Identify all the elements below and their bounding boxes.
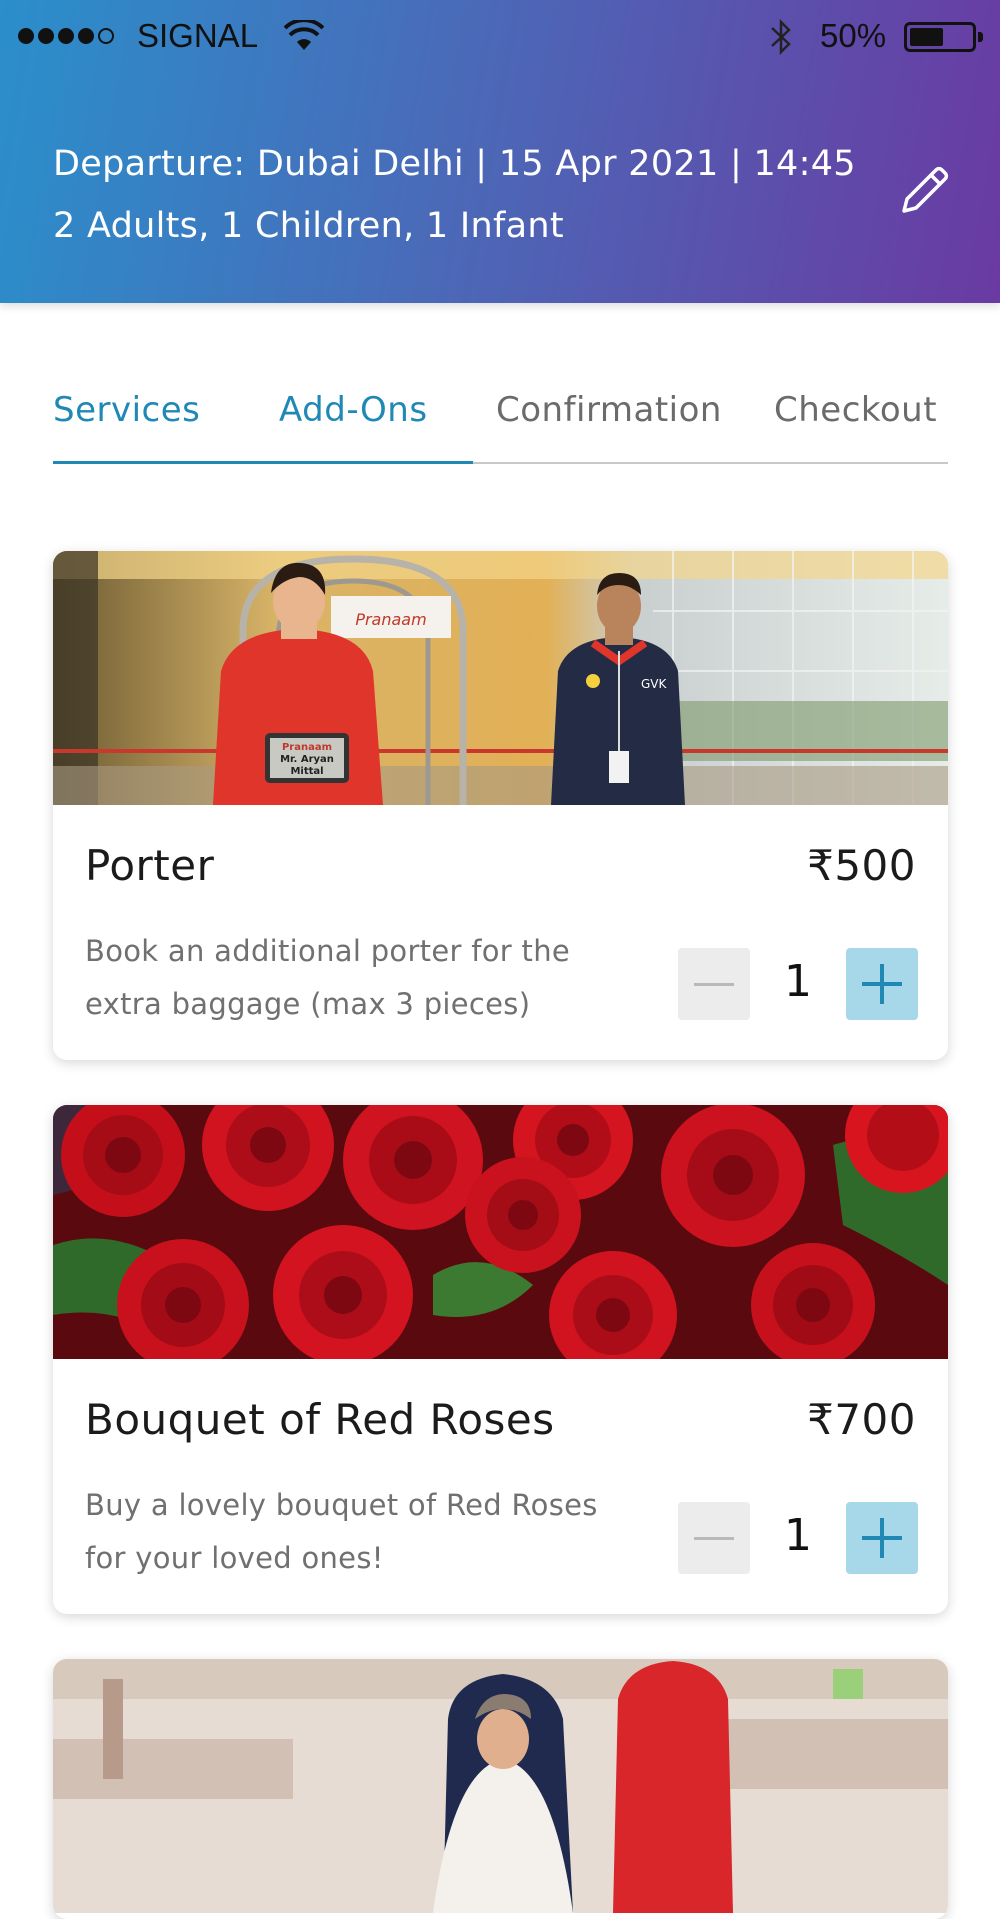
assistance-image — [53, 1659, 948, 1913]
wifi-icon — [284, 20, 324, 50]
quantity-value: 1 — [784, 956, 812, 1007]
decrease-quantity-button[interactable] — [678, 1502, 750, 1574]
tab-add-ons[interactable]: Add-Ons — [279, 390, 428, 430]
tab-progress-indicator — [53, 461, 473, 464]
quantity-value: 1 — [784, 1510, 812, 1561]
trip-departure-info: Departure: Dubai Delhi | 15 Apr 2021 | 1… — [53, 144, 856, 184]
addon-price: ₹500 — [807, 841, 916, 890]
tablet-line3: Mittal — [290, 766, 323, 777]
pencil-icon[interactable] — [898, 163, 952, 217]
porter-image: Pranaam Pranaam Mr. Aryan Mittal GVK — [53, 551, 948, 805]
addon-description: Buy a lovely bouquet of Red Roses for yo… — [85, 1488, 598, 1575]
signal-strength-icon — [18, 28, 114, 48]
tablet-line2: Mr. Aryan — [280, 754, 334, 765]
status-bar: SIGNAL 50% — [0, 0, 1000, 76]
tab-confirmation[interactable]: Confirmation — [496, 390, 722, 430]
porter-sign-text: Pranaam — [355, 610, 426, 629]
trip-passenger-info: 2 Adults, 1 Children, 1 Infant — [53, 206, 564, 246]
staff-badge-text: GVK — [641, 677, 668, 691]
decrease-quantity-button[interactable] — [678, 948, 750, 1020]
bluetooth-icon — [771, 18, 791, 56]
battery-icon — [904, 22, 983, 52]
roses-image — [53, 1105, 948, 1359]
carrier-name: SIGNAL — [137, 17, 259, 54]
addon-description: Book an additional porter for the extra … — [85, 934, 571, 1021]
quantity-stepper: 1 — [678, 1502, 918, 1574]
tab-checkout[interactable]: Checkout — [774, 390, 937, 430]
booking-steps-tabs: Services Add-Ons Confirmation Checkout — [53, 380, 948, 464]
tab-services[interactable]: Services — [53, 390, 200, 430]
quantity-stepper: 1 — [678, 948, 918, 1020]
addon-title: Bouquet of Red Roses — [85, 1395, 555, 1444]
addon-price: ₹700 — [807, 1395, 916, 1444]
addon-card-porter: Pranaam Pranaam Mr. Aryan Mittal GVK Por… — [53, 551, 948, 1060]
addon-title: Porter — [85, 841, 215, 890]
tablet-line1: Pranaam — [282, 742, 332, 753]
increase-quantity-button[interactable] — [846, 948, 918, 1020]
addon-card-assistance — [53, 1659, 948, 1919]
increase-quantity-button[interactable] — [846, 1502, 918, 1574]
addon-card-roses: Bouquet of Red Roses ₹700 Buy a lovely b… — [53, 1105, 948, 1614]
battery-percent: 50% — [820, 17, 887, 54]
trip-header: SIGNAL 50% Departure: Dubai Delhi | 15 A… — [0, 0, 1000, 303]
